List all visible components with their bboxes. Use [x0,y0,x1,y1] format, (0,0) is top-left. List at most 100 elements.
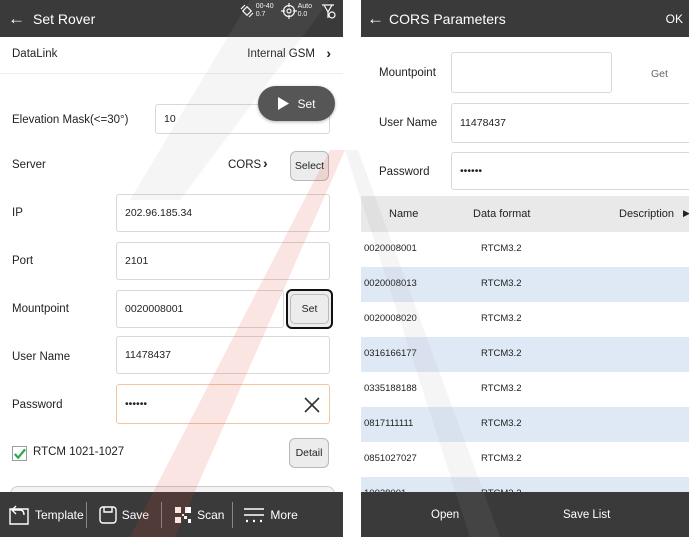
cell-data-format: RTCM3.2 [481,278,522,289]
datalink-row[interactable]: DataLink Internal GSM › [0,37,343,74]
status-icons: 00-40 0.7 Auto 0.0 [239,2,337,20]
chevron-right-icon: › [326,45,331,61]
back-arrow-icon[interactable]: ← [367,10,384,27]
ok-button[interactable]: OK [666,12,683,26]
auto-label: Auto [297,3,312,10]
mountpoint-label: Mountpoint [12,303,69,315]
port-row: Port 2101 [0,240,343,284]
cell-data-format: RTCM3.2 [481,243,522,254]
template-icon [9,505,29,525]
column-header-description: Description [619,208,675,220]
cell-name: 0020008020 [364,313,417,324]
column-header-name: Name [389,208,419,220]
port-label: Port [12,255,34,267]
table-row[interactable]: 0817111111 RTCM3.2 [361,407,689,443]
rtcm-label: RTCM 1021-1027 [33,446,125,458]
password-input[interactable]: •••••• [116,384,330,424]
cors-mountpoint-row: Mountpoint Get [361,52,689,94]
scroll-right-icon[interactable]: ▶ [683,208,689,219]
panel-gap [343,0,361,537]
table-row[interactable]: 0851027027 RTCM3.2 [361,442,689,478]
table-row[interactable]: 0335188188 RTCM3.2 [361,372,689,408]
password-label: Password [12,399,63,411]
diff-age-value: 0.7 [255,11,266,18]
ip-input[interactable]: 202.96.185.34 [116,194,330,232]
set-fab-label: Set [297,96,316,111]
auto-value: 0.0 [297,11,308,18]
cell-data-format: RTCM3.2 [481,383,522,394]
cell-data-format: RTCM3.2 [481,418,522,429]
play-icon [278,97,290,110]
table-row[interactable]: 0020008001 RTCM3.2 [361,232,689,268]
qr-code-icon [175,506,192,523]
toolbar-divider [232,501,234,528]
scan-label: Scan [197,507,225,522]
rtcm-checkbox[interactable] [12,446,27,461]
menu-icon [244,507,265,522]
datalink-value: Internal GSM [247,48,315,60]
scan-button[interactable]: Scan [174,506,224,524]
mountpoint-input[interactable] [451,52,612,93]
solution-indicator: Auto 0.0 [280,3,312,19]
satellite-icon [240,4,254,18]
clear-icon[interactable] [304,397,320,413]
mountpoint-row: Mountpoint 0020008001 Set [0,288,343,332]
save-list-button[interactable]: Save List [563,509,610,521]
chevron-right-icon: › [263,155,268,171]
cell-name: 0817111111 [364,418,414,429]
back-arrow-icon[interactable]: ← [8,10,25,27]
cell-name: 0851027027 [364,453,417,464]
set-mountpoint-button[interactable]: Set [286,289,333,329]
set-rover-screen: ← Set Rover 00-40 0.7 Auto 0.0 DataLink In… [0,0,343,537]
open-button[interactable]: Open [431,509,459,521]
select-server-button[interactable]: Select [290,151,329,181]
right-top-bar: ← CORS Parameters OK [361,0,689,37]
cell-name: 0020008001 [364,243,417,254]
save-icon [99,505,117,524]
page-title: CORS Parameters [389,10,506,27]
save-button[interactable]: Save [99,505,150,524]
checkmark-icon [14,448,26,459]
username-input[interactable]: 11478437 [451,103,689,143]
template-label: Template [35,507,84,522]
server-row: Server CORS › Select [0,146,343,186]
server-value: CORS [228,159,262,171]
diff-age-label: 00-40 [255,3,274,10]
mountpoint-input[interactable]: 0020008001 [116,290,284,328]
crosshair-icon [280,3,297,19]
cors-username-row: User Name 11478437 [361,103,689,143]
table-row[interactable]: 0316166177 RTCM3.2 [361,337,689,373]
cell-data-format: RTCM3.2 [481,453,522,464]
password-label: Password [379,166,430,178]
toolbar-divider [161,501,163,528]
more-label: More [270,507,298,522]
save-label: Save [121,507,150,522]
right-bottom-bar: Open Save List [361,492,689,537]
ip-row: IP 202.96.185.34 [0,192,343,236]
column-header-data-format: Data format [473,208,531,220]
get-button[interactable]: Get [651,68,668,80]
port-input[interactable]: 2101 [116,242,330,280]
table-row[interactable]: 0020008020 RTCM3.2 [361,302,689,338]
server-label: Server [12,159,46,171]
antenna-settings-icon[interactable] [319,2,337,20]
toolbar-divider [85,501,87,528]
set-fab-button[interactable]: Set [258,86,335,121]
cors-parameters-screen: ← CORS Parameters OK Mountpoint Get User… [361,0,689,537]
cell-name: 0020008013 [364,278,417,289]
username-label: User Name [12,351,71,363]
datalink-label: DataLink [12,48,58,60]
page-title: Set Rover [33,10,96,27]
mountpoint-table-header: Name Data format Description ▶ [361,196,689,232]
username-row: User Name 11478437 [0,336,343,380]
diff-age-indicator: 00-40 0.7 [239,3,274,19]
detail-button[interactable]: Detail [289,438,329,468]
password-input[interactable]: •••••• [451,152,689,190]
username-input[interactable]: 11478437 [116,336,330,374]
template-button[interactable]: Template [8,505,84,525]
more-button[interactable]: More [243,506,298,524]
cell-name: 0335188188 [364,383,417,394]
left-top-bar: ← Set Rover 00-40 0.7 Auto 0.0 [0,0,343,37]
table-row[interactable]: 0020008013 RTCM3.2 [361,267,689,303]
cell-name: 0316166177 [364,348,417,359]
